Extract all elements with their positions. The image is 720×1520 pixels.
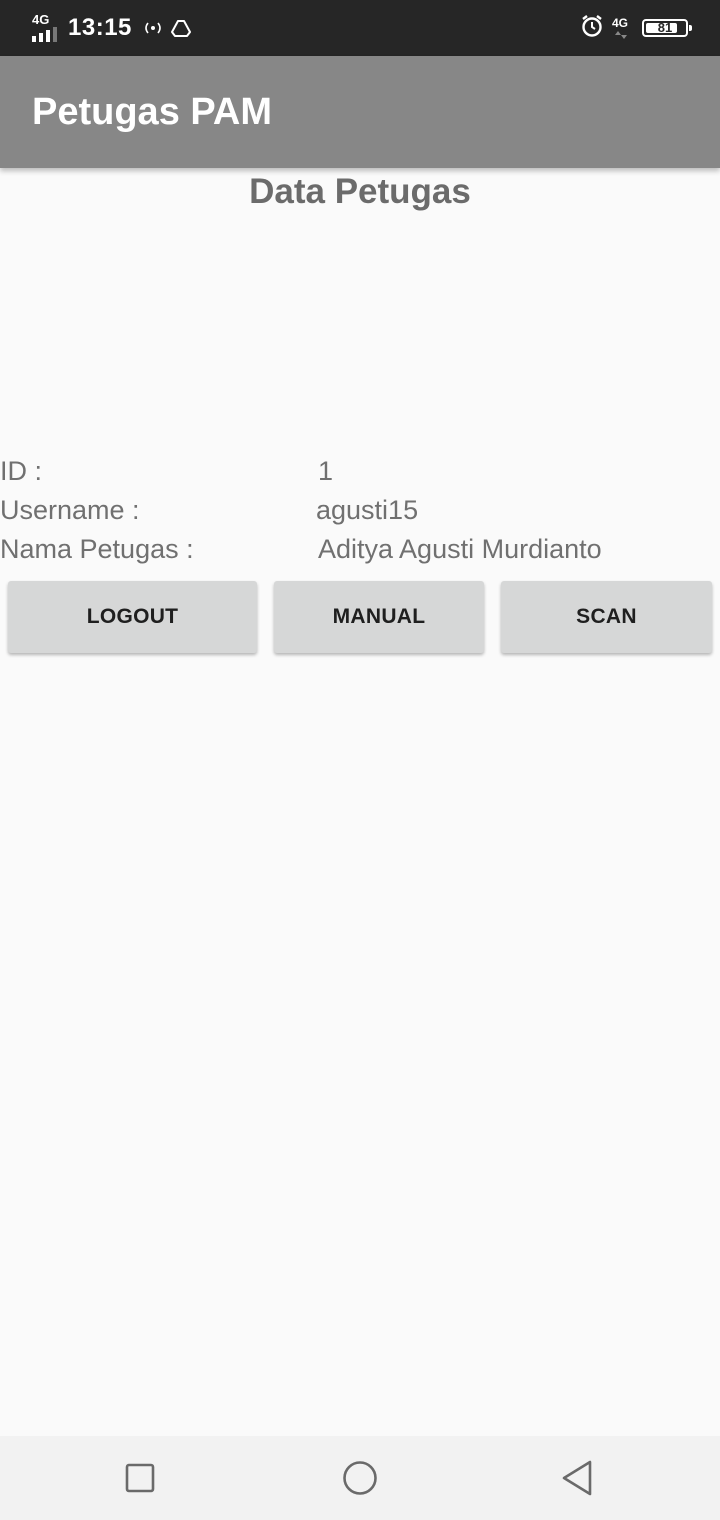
hotspot-icon	[142, 17, 164, 39]
username-label: Username :	[0, 495, 140, 525]
logout-button[interactable]: LOGOUT	[8, 581, 257, 653]
id-label: ID :	[0, 456, 43, 486]
back-icon	[562, 1460, 592, 1496]
status-bar-left: 4G 13:15	[30, 0, 198, 56]
info-row-id: ID : 1	[0, 456, 720, 496]
info-row-name: Nama Petugas : Aditya Agusti Murdianto	[0, 534, 720, 574]
id-value: 1	[318, 456, 334, 486]
recents-button[interactable]	[110, 1454, 170, 1502]
app-bar: Petugas PAM	[0, 56, 720, 168]
home-button[interactable]	[330, 1454, 390, 1502]
info-row-username: Username : agusti15	[0, 495, 720, 535]
signal-icon: 4G	[30, 10, 62, 46]
home-icon	[343, 1461, 377, 1495]
app-title: Petugas PAM	[32, 91, 273, 133]
manual-button[interactable]: MANUAL	[274, 581, 484, 653]
status-time: 13:15	[68, 14, 132, 41]
scan-button[interactable]: SCAN	[501, 581, 712, 653]
navigation-bar	[0, 1436, 720, 1520]
name-value: Aditya Agusti Murdianto	[318, 534, 602, 564]
network-type-label: 4G	[32, 12, 50, 27]
status-bar-right: 4G 81	[580, 0, 692, 56]
page-heading: Data Petugas	[249, 172, 471, 211]
status-bar: 4G 13:15 4G 81	[0, 0, 720, 56]
battery-level: 81	[657, 20, 673, 35]
alarm-icon	[580, 14, 604, 43]
battery-icon: 81	[642, 19, 692, 37]
mobile-data-icon: 4G	[612, 16, 634, 40]
back-button[interactable]	[548, 1454, 608, 1502]
recents-icon	[125, 1463, 155, 1493]
mobile-data-label: 4G	[612, 16, 629, 30]
drive-icon	[170, 17, 192, 39]
name-label: Nama Petugas :	[0, 534, 194, 564]
username-value: agusti15	[316, 495, 419, 525]
